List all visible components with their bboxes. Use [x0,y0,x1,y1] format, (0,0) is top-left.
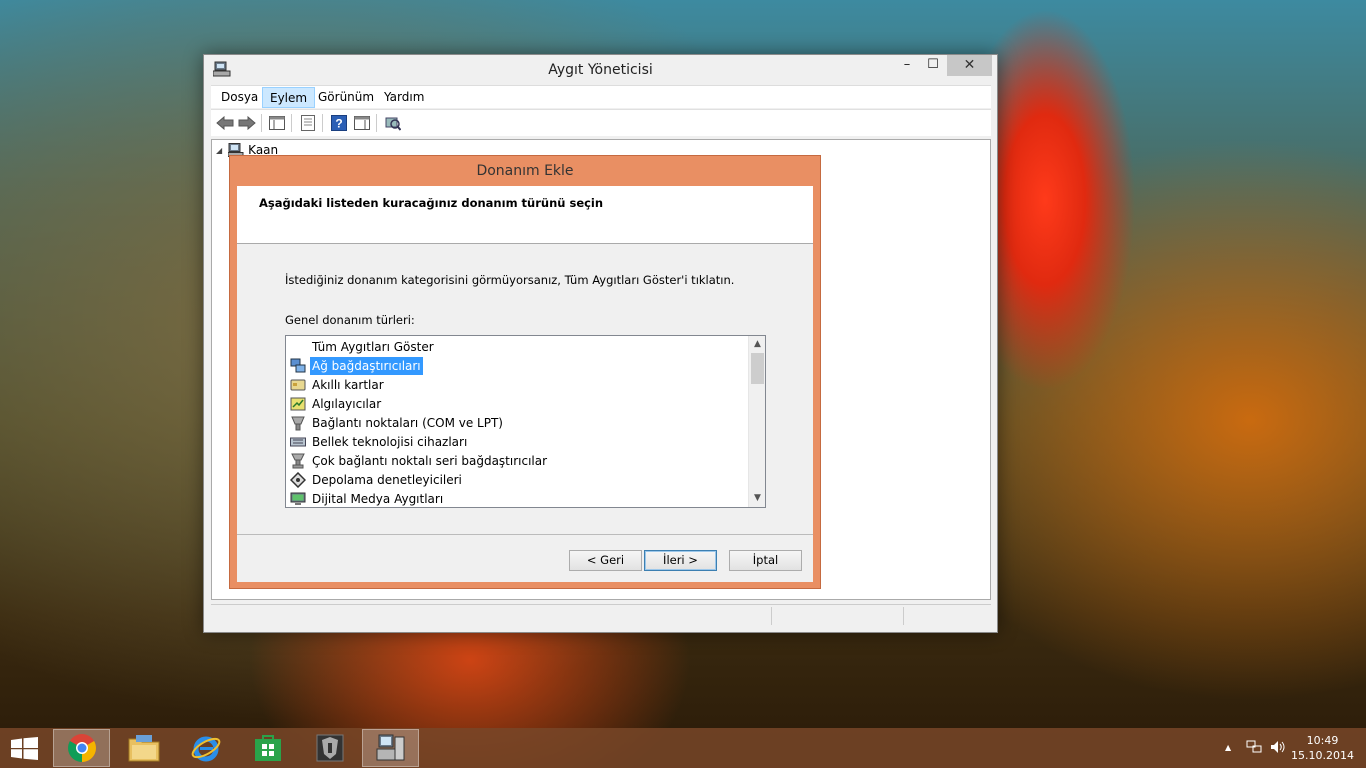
internet-explorer-icon[interactable] [177,729,234,767]
hardware-types-label: Genel donanım türleri: [285,313,415,327]
blank-icon [290,339,306,355]
chrome-icon[interactable] [53,729,110,767]
port-icon [290,415,306,431]
scroll-up-icon[interactable]: ▲ [749,336,765,353]
scroll-thumb[interactable] [751,353,764,384]
menu-view[interactable]: Görünüm [311,87,381,108]
clock-date: 15.10.2014 [1291,749,1354,762]
status-cell [771,607,903,625]
list-item[interactable]: Bellek teknolojisi cihazları [290,433,469,451]
list-item[interactable]: Çok bağlantı noktalı seri bağdaştırıcıla… [290,452,549,470]
cancel-button[interactable]: İptal [729,550,802,571]
dialog-title: Donanım Ekle [476,163,574,179]
toolbar-separator [322,114,323,132]
list-item[interactable]: Tüm Aygıtları Göster [290,338,436,356]
list-scrollbar[interactable]: ▲ ▼ [748,336,765,507]
taskbar: ▲ 10:49 15.10.2014 [0,728,1366,768]
menu-action[interactable]: Eylem [262,87,316,108]
dialog-description: İstediğiniz donanım kategorisini görmüyo… [285,273,735,287]
digital-media-icon [290,491,306,507]
tree-expander-icon[interactable]: ◢ [216,146,222,155]
multiport-serial-icon [290,453,306,469]
list-item[interactable]: Algılayıcılar [290,395,383,413]
title-bar[interactable]: Aygıt Yöneticisi – ☐ ✕ [204,55,997,85]
properties-icon[interactable] [299,114,317,132]
scan-hardware-icon[interactable] [384,114,402,132]
list-item[interactable]: Ağ bağdaştırıcıları [290,357,423,375]
maximize-button[interactable]: ☐ [920,55,946,76]
status-bar [211,604,991,626]
dialog-heading: Aşağıdaki listeden kuracağınız donanım t… [259,196,604,210]
storage-controller-icon [290,472,306,488]
volume-icon[interactable] [1270,740,1286,757]
menu-help[interactable]: Yardım [377,87,431,108]
toolbar-separator [376,114,377,132]
toolbar: ? [211,109,991,136]
help-icon[interactable]: ? [330,114,348,132]
list-item[interactable]: Bağlantı noktaları (COM ve LPT) [290,414,505,432]
status-cell [903,607,991,625]
back-arrow-icon[interactable] [216,114,234,132]
windows-start-icon[interactable] [11,737,38,760]
back-button[interactable]: < Geri [569,550,642,571]
dialog-body: Aşağıdaki listeden kuracağınız donanım t… [237,186,813,582]
show-hide-console-tree-icon[interactable] [268,114,286,132]
menu-file[interactable]: Dosya [214,87,265,108]
forward-arrow-icon[interactable] [238,114,256,132]
next-button[interactable]: İleri > [644,550,717,571]
store-icon[interactable] [239,729,296,767]
add-hardware-dialog: Donanım Ekle Aşağıdaki listeden kuracağı… [229,155,821,589]
file-explorer-icon[interactable] [115,729,172,767]
app-icon[interactable] [301,729,358,767]
sensor-icon [290,396,306,412]
tray-overflow-icon[interactable]: ▲ [1225,743,1231,752]
toolbar-separator [261,114,262,132]
action-pane-icon[interactable] [353,114,371,132]
system-clock[interactable]: 10:49 15.10.2014 [1291,733,1354,763]
minimize-button[interactable]: – [894,55,920,76]
network-adapter-icon [290,358,306,374]
list-item[interactable]: Dijital Medya Aygıtları [290,490,445,507]
clock-time: 10:49 [1306,734,1339,747]
window-title: Aygıt Yöneticisi [548,62,653,78]
toolbar-separator [291,114,292,132]
scroll-down-icon[interactable]: ▼ [749,490,765,507]
smart-card-icon [290,377,306,393]
device-manager-icon[interactable] [362,729,419,767]
memory-device-icon [290,434,306,450]
hardware-types-list[interactable]: Tüm Aygıtları Göster Ağ bağdaştırıcıları… [285,335,766,508]
list-item[interactable]: Depolama denetleyicileri [290,471,464,489]
close-button[interactable]: ✕ [947,55,992,76]
list-item[interactable]: Akıllı kartlar [290,376,386,394]
dialog-separator [237,534,813,535]
menu-bar: Dosya Eylem Görünüm Yardım [211,85,991,108]
network-icon[interactable] [1246,740,1262,757]
svg-text:?: ? [335,117,342,131]
dialog-header: Aşağıdaki listeden kuracağınız donanım t… [237,186,813,244]
